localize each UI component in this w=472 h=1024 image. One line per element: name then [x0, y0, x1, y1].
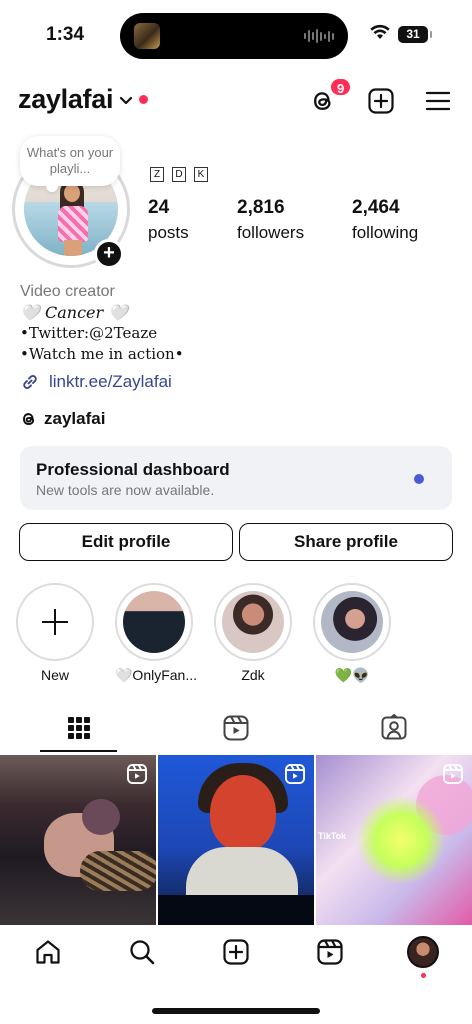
highlight-item[interactable]: Zdk [214, 583, 292, 683]
followers-count[interactable]: 2,816 followers [237, 197, 304, 243]
bio-line: •Twitter:@2Teaze [20, 324, 158, 342]
menu-button[interactable] [423, 86, 453, 116]
bio-link-text: linktr.ee/Zaylafai [49, 372, 172, 391]
home-indicator[interactable] [152, 1008, 320, 1014]
profile-display-name: Z D K [150, 167, 208, 182]
posts-grid: TikTok [0, 755, 472, 925]
highlight-label: 🤍OnlyFan... [115, 667, 198, 683]
status-bar: 1:34 31 [0, 0, 472, 68]
profile-username: zaylafai [18, 84, 114, 114]
post-thumbnail[interactable]: TikTok [316, 755, 472, 925]
reel-indicator-icon [127, 764, 147, 784]
unread-dot [139, 95, 149, 104]
audio-waveform-icon [304, 28, 334, 44]
battery-indicator: 31 [398, 26, 432, 43]
following-count[interactable]: 2,464 following [352, 197, 418, 243]
share-profile-button[interactable]: Share profile [239, 523, 453, 561]
professional-dashboard-card[interactable]: Professional dashboard New tools are now… [20, 446, 452, 510]
profile-bio: Video creator 🤍 𝐶𝑎𝑛𝑐𝑒𝑟 🤍 •Twitter:@2Teaz… [20, 281, 184, 365]
dynamic-island[interactable] [120, 13, 348, 59]
highlight-ring [214, 583, 292, 661]
highlight-cover [321, 591, 383, 653]
nav-reels[interactable] [313, 935, 347, 969]
tab-tagged[interactable] [376, 710, 412, 746]
profile-category: Video creator [20, 283, 115, 300]
highlight-label: New [40, 667, 69, 683]
bio-link[interactable]: linktr.ee/Zaylafai [20, 372, 172, 392]
tiktok-watermark: TikTok [318, 831, 347, 841]
plus-icon [42, 609, 68, 635]
bottom-navigation [0, 925, 472, 1024]
tab-reels[interactable] [218, 710, 254, 746]
home-icon [36, 940, 60, 964]
link-icon [23, 375, 37, 389]
nav-profile-avatar[interactable] [407, 936, 439, 968]
bio-line: 🤍 𝐶𝑎𝑛𝑐𝑒𝑟 🤍 [20, 303, 129, 322]
dashboard-subtitle: New tools are now available. [36, 482, 215, 498]
wifi-icon [370, 24, 390, 39]
post-thumbnail[interactable] [158, 755, 314, 925]
profile-notification-dot [421, 973, 426, 978]
add-square-icon [223, 939, 249, 965]
tagged-person-icon [381, 714, 407, 740]
post-thumbnail[interactable] [0, 755, 156, 925]
highlight-label: Zdk [241, 667, 265, 683]
search-icon [130, 940, 155, 965]
reels-icon [317, 939, 343, 965]
new-indicator-dot [414, 474, 424, 484]
notification-badge: 9 [329, 77, 353, 97]
threads-icon [23, 413, 35, 425]
highlight-new[interactable]: New [16, 583, 94, 683]
grid-icon [68, 717, 90, 739]
threads-handle: zaylafai [44, 409, 106, 428]
highlight-item[interactable]: 🤍OnlyFan... [115, 583, 198, 684]
posts-count[interactable]: 24 posts [148, 197, 189, 243]
edit-profile-button[interactable]: Edit profile [19, 523, 233, 561]
reels-icon [223, 715, 249, 741]
nav-create[interactable] [219, 935, 253, 969]
add-story-plus-icon[interactable]: + [94, 239, 124, 269]
highlight-cover [123, 591, 185, 653]
hamburger-menu-icon [425, 91, 451, 111]
nav-search[interactable] [125, 935, 159, 969]
add-square-icon [368, 88, 394, 114]
create-button[interactable] [366, 86, 396, 116]
reel-indicator-icon [285, 764, 305, 784]
account-switcher[interactable]: zaylafai [18, 84, 149, 115]
tab-posts-grid[interactable] [61, 710, 97, 746]
reel-indicator-icon [443, 764, 463, 784]
threads-profile-link[interactable]: zaylafai [20, 409, 105, 429]
nav-home[interactable] [31, 935, 65, 969]
status-time: 1:34 [46, 24, 85, 45]
highlight-ring [313, 583, 391, 661]
highlight-ring [115, 583, 193, 661]
active-tab-indicator [40, 750, 117, 752]
highlight-label: 💚👽 [334, 667, 370, 683]
highlight-ring [16, 583, 94, 661]
note-bubble[interactable]: What's on your playli... [20, 136, 120, 192]
now-playing-artwork [134, 23, 160, 49]
dashboard-title: Professional dashboard [36, 460, 230, 479]
chevron-down-icon [120, 96, 133, 105]
highlight-cover [222, 591, 284, 653]
highlight-item[interactable]: 💚👽 [313, 583, 391, 684]
bio-line: •Watch me in action• [20, 345, 184, 363]
